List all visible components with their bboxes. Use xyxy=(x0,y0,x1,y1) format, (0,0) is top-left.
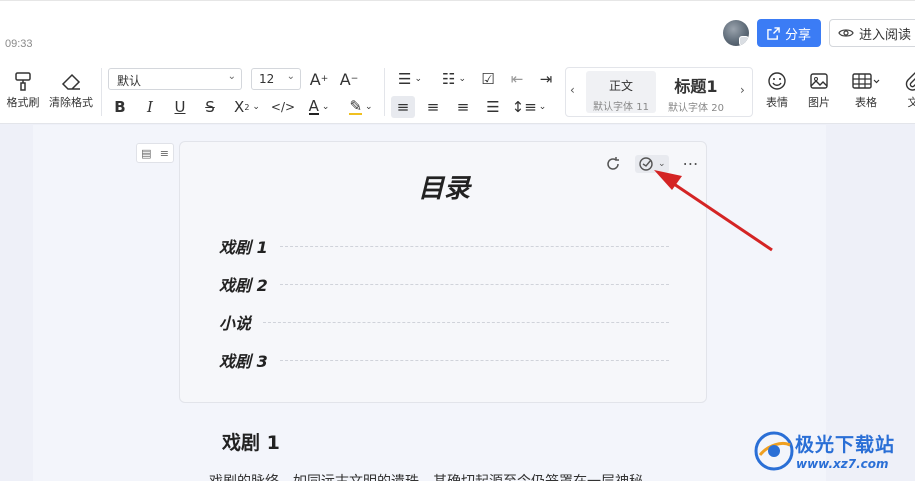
watermark-logo xyxy=(754,431,794,471)
watermark: 极光下载站 www.xz7.com xyxy=(752,427,912,477)
watermark-url: www.xz7.com xyxy=(796,457,889,471)
watermark-name: 极光下载站 xyxy=(795,434,896,456)
annotation-arrow xyxy=(654,170,773,252)
